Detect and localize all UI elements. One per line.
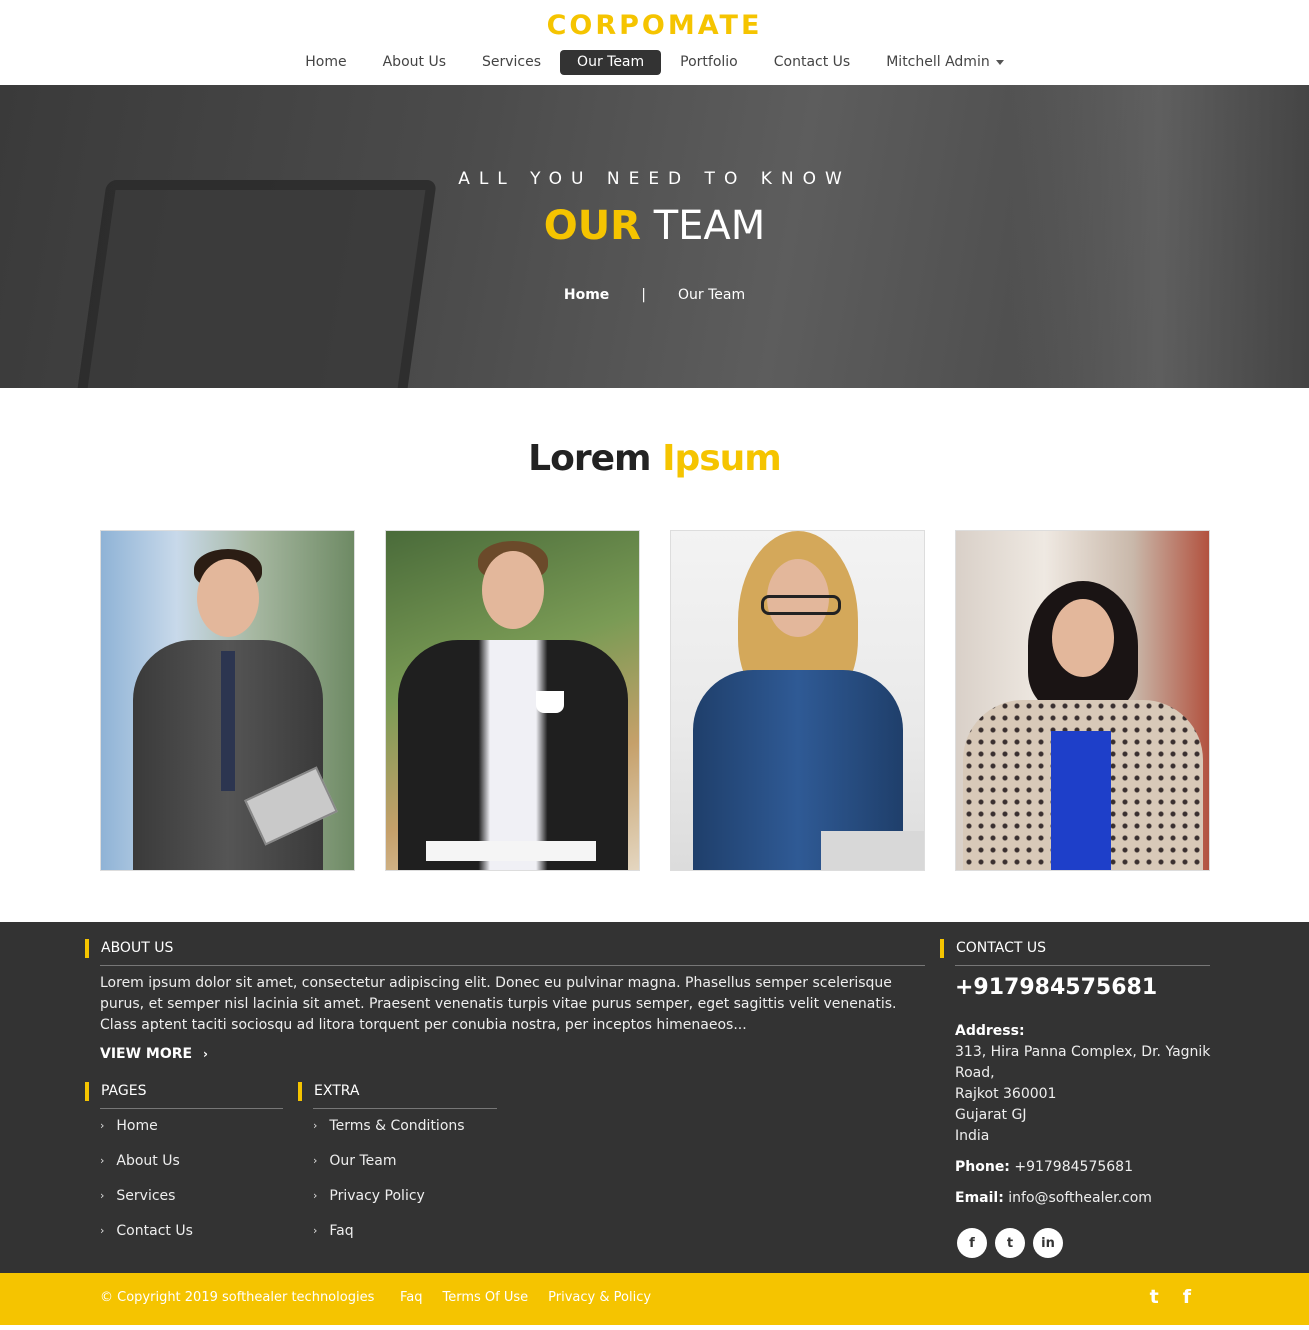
bottom-social-icons: t f <box>1150 1286 1191 1308</box>
address-line: 313, Hira Panna Complex, Dr. Yagnik <box>955 1044 1211 1060</box>
address-line: India <box>955 1128 990 1144</box>
site-header: CORPOMATE Home About Us Services Our Tea… <box>0 0 1309 85</box>
footer-link-terms[interactable]: › Terms & Conditions <box>313 1108 465 1143</box>
divider <box>955 965 1210 966</box>
footer-link-faq[interactable]: › Faq <box>313 1213 465 1248</box>
footer-extra-heading: EXTRA <box>298 1082 359 1101</box>
team-card-photo-man-with-coffee[interactable] <box>385 530 640 871</box>
footer-about-text: Lorem ipsum dolor sit amet, consectetur … <box>100 975 897 1033</box>
footer-link-home[interactable]: › Home <box>100 1108 193 1143</box>
breadcrumb-current: Our Team <box>678 287 746 303</box>
link-label: Terms & Conditions <box>329 1117 465 1134</box>
footer-about-heading: ABOUT US <box>85 939 173 958</box>
email-value[interactable]: info@softhealer.com <box>1008 1190 1152 1206</box>
section-title-highlight: Ipsum <box>662 438 782 479</box>
bottom-link-terms-of-use[interactable]: Terms Of Use <box>443 1290 529 1305</box>
section-title: Lorem Ipsum <box>0 438 1309 479</box>
contact-phone-big[interactable]: +917984575681 <box>955 975 1157 1000</box>
hero-title-highlight: OUR <box>543 203 641 249</box>
address-line: Gujarat GJ <box>955 1107 1027 1123</box>
team-card-photo-woman-in-patterned-jacket[interactable] <box>955 530 1210 871</box>
nav-contact-us[interactable]: Contact Us <box>757 50 867 75</box>
linkedin-icon[interactable]: in <box>1033 1228 1063 1258</box>
team-photo <box>101 531 354 870</box>
breadcrumb-separator: | <box>641 287 647 303</box>
chevron-right-icon: › <box>100 1189 105 1202</box>
copyright-text: © Copyright 2019 softhealer technologies <box>100 1290 375 1305</box>
phone-label: Phone: <box>955 1159 1010 1175</box>
facebook-icon[interactable]: f <box>1183 1286 1191 1308</box>
nav-portfolio[interactable]: Portfolio <box>663 50 755 75</box>
nav-services[interactable]: Services <box>465 50 558 75</box>
address-label: Address: <box>955 1023 1025 1039</box>
twitter-icon[interactable]: t <box>995 1228 1025 1258</box>
chevron-down-icon <box>995 59 1004 65</box>
team-photo <box>671 531 924 870</box>
team-photo <box>956 531 1209 870</box>
bottom-link-privacy-policy[interactable]: Privacy & Policy <box>548 1290 651 1305</box>
footer-contact-heading: CONTACT US <box>940 939 1046 958</box>
chevron-right-icon: › <box>313 1119 318 1132</box>
phone-value[interactable]: +917984575681 <box>1014 1159 1133 1175</box>
hero-banner: ALL YOU NEED TO KNOW OUR TEAM Home | Our… <box>0 85 1309 388</box>
bottom-bar: © Copyright 2019 softhealer technologies… <box>0 1273 1309 1325</box>
facebook-icon[interactable]: f <box>957 1228 987 1258</box>
hero-title-rest: TEAM <box>653 203 766 249</box>
team-card-photo-woman-with-glasses[interactable] <box>670 530 925 871</box>
team-photo <box>386 531 639 870</box>
link-label: Our Team <box>329 1152 397 1169</box>
hero-eyebrow: ALL YOU NEED TO KNOW <box>458 169 851 189</box>
brand-logo[interactable]: CORPOMATE <box>0 10 1309 41</box>
link-label: Home <box>116 1117 158 1134</box>
view-more-label: VIEW MORE <box>100 1046 193 1062</box>
site-footer: ABOUT US Lorem ipsum dolor sit amet, con… <box>0 922 1309 1273</box>
email-label: Email: <box>955 1190 1004 1206</box>
chevron-right-icon: › <box>202 1047 208 1061</box>
footer-extra-list: › Terms & Conditions › Our Team › Privacy P… <box>313 1108 465 1248</box>
team-card-photo-man-with-tablet[interactable] <box>100 530 355 871</box>
nav-about-us[interactable]: About Us <box>366 50 463 75</box>
breadcrumb: Home | Our Team <box>0 287 1309 303</box>
chevron-right-icon: › <box>313 1189 318 1202</box>
link-label: Privacy Policy <box>329 1187 425 1204</box>
address-line: Rajkot 360001 <box>955 1086 1057 1102</box>
bottom-link-faq[interactable]: Faq <box>400 1290 423 1305</box>
team-grid <box>100 530 1210 871</box>
nav-our-team[interactable]: Our Team <box>560 50 662 75</box>
footer-link-privacy[interactable]: › Privacy Policy <box>313 1178 465 1213</box>
main-nav: Home About Us Services Our Team Portfoli… <box>0 50 1309 75</box>
view-more-link[interactable]: VIEW MORE › <box>100 1044 208 1065</box>
footer-pages-heading: PAGES <box>85 1082 146 1101</box>
address-line: Road, <box>955 1065 995 1081</box>
link-label: Faq <box>329 1222 354 1239</box>
chevron-right-icon: › <box>100 1119 105 1132</box>
chevron-right-icon: › <box>100 1154 105 1167</box>
phone-row: Phone: +917984575681 <box>955 1157 1133 1178</box>
hero-title: OUR TEAM <box>0 203 1309 249</box>
nav-home[interactable]: Home <box>288 50 363 75</box>
chevron-right-icon: › <box>313 1224 318 1237</box>
footer-link-services[interactable]: › Services <box>100 1178 193 1213</box>
footer-pages-list: › Home › About Us › Services › Contact Us <box>100 1108 193 1248</box>
divider <box>100 965 925 966</box>
footer-link-contact-us[interactable]: › Contact Us <box>100 1213 193 1248</box>
bottom-links: Faq Terms Of Use Privacy & Policy <box>400 1290 651 1305</box>
section-title-main: Lorem <box>528 438 651 479</box>
breadcrumb-home[interactable]: Home <box>564 287 609 303</box>
social-links: f t in <box>957 1228 1063 1258</box>
footer-link-about-us[interactable]: › About Us <box>100 1143 193 1178</box>
chevron-right-icon: › <box>313 1154 318 1167</box>
chevron-right-icon: › <box>100 1224 105 1237</box>
twitter-icon[interactable]: t <box>1150 1286 1159 1308</box>
email-row: Email: info@softhealer.com <box>955 1188 1152 1209</box>
link-label: Services <box>116 1187 176 1204</box>
user-menu[interactable]: Mitchell Admin <box>869 50 1021 75</box>
link-label: About Us <box>116 1152 180 1169</box>
user-name: Mitchell Admin <box>886 54 990 70</box>
link-label: Contact Us <box>116 1222 193 1239</box>
footer-link-our-team[interactable]: › Our Team <box>313 1143 465 1178</box>
